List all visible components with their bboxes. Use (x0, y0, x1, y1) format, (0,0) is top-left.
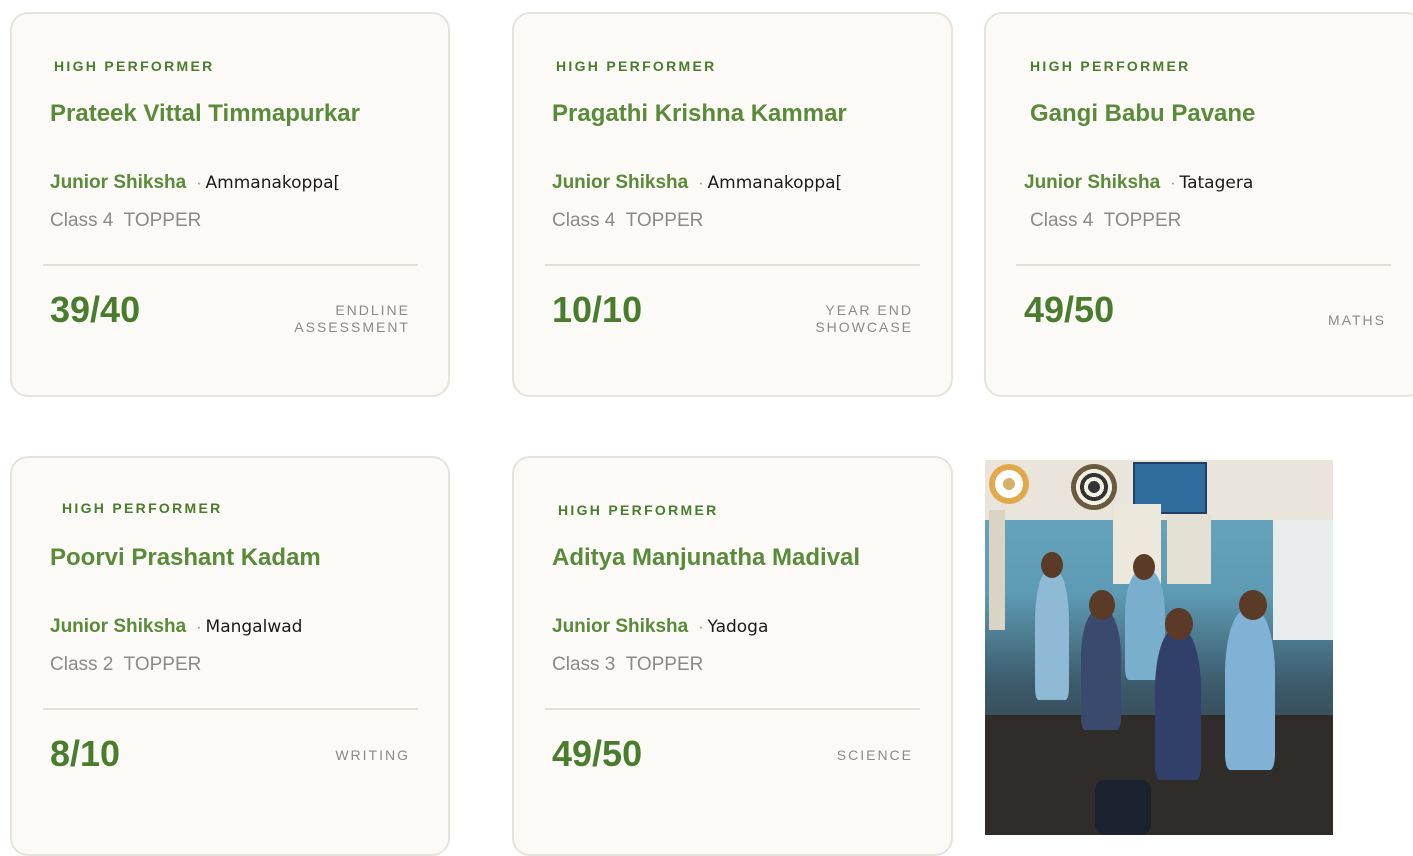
place-name: Ammanakoppa[ (707, 173, 843, 193)
performer-card: HIGH PERFORMER Poorvi Prashant Kadam Jun… (10, 456, 450, 856)
badge-label: HIGH PERFORMER (556, 58, 717, 74)
classroom-photo (985, 460, 1333, 835)
class-label: Class 4 TOPPER (50, 210, 202, 231)
program-name: Junior Shiksha (1024, 172, 1161, 193)
performer-card: HIGH PERFORMER Pragathi Krishna Kammar J… (512, 12, 953, 397)
place-name: Ammanakoppa[ (205, 173, 341, 193)
score: 49/50 (552, 733, 643, 774)
window (1273, 520, 1333, 640)
category-label: YEAR END SHOWCASE (815, 302, 913, 335)
class-label: Class 4 TOPPER (552, 210, 704, 231)
score: 10/10 (552, 289, 643, 330)
score: 39/40 (50, 289, 141, 330)
category-label: MATHS (1328, 312, 1386, 328)
divider (43, 264, 418, 266)
program-name: Junior Shiksha (552, 172, 689, 193)
score: 49/50 (1024, 289, 1115, 330)
student-figure (1225, 610, 1275, 770)
class-label: Class 4 TOPPER (1030, 210, 1182, 231)
student-name: Prateek Vittal Timmapurkar (50, 100, 360, 127)
student-head (1239, 590, 1267, 620)
place-name: Mangalwad (205, 617, 303, 637)
school-bag (1095, 780, 1151, 835)
category-label: ENDLINE ASSESSMENT (294, 302, 410, 335)
performer-card: HIGH PERFORMER Prateek Vittal Timmapurka… (10, 12, 450, 397)
wall-poster (1167, 514, 1211, 584)
badge-label: HIGH PERFORMER (62, 500, 223, 516)
category-label: WRITING (335, 747, 410, 763)
divider (545, 708, 920, 710)
student-figure (1035, 570, 1069, 700)
performer-card: HIGH PERFORMER Gangi Babu Pavane Junior … (984, 12, 1413, 397)
separator-dot: · (698, 175, 704, 192)
class-label: Class 2 TOPPER (50, 654, 202, 675)
student-head (1041, 552, 1063, 578)
badge-label: HIGH PERFORMER (558, 502, 719, 518)
wall-decoration (1071, 464, 1117, 510)
badge-label: HIGH PERFORMER (54, 58, 215, 74)
divider (43, 708, 418, 710)
separator-dot: · (698, 619, 704, 636)
program-name: Junior Shiksha (50, 616, 187, 637)
student-figure (1081, 610, 1121, 730)
student-figure (1155, 630, 1201, 780)
place-name: Tatagera (1179, 173, 1254, 193)
separator-dot: · (1170, 175, 1176, 192)
program-name: Junior Shiksha (50, 172, 187, 193)
class-label: Class 3 TOPPER (552, 654, 704, 675)
program-line: Junior Shiksha · Ammanakoppa[ (552, 172, 842, 194)
divider (545, 264, 920, 266)
student-name: Pragathi Krishna Kammar (552, 100, 847, 127)
program-line: Junior Shiksha · Yadoga (552, 616, 768, 638)
student-name: Aditya Manjunatha Madival (552, 544, 861, 571)
program-line: Junior Shiksha · Ammanakoppa[ (50, 172, 340, 194)
student-head (1133, 554, 1155, 580)
badge-label: HIGH PERFORMER (1030, 58, 1191, 74)
wall-decoration (989, 464, 1029, 504)
divider (1016, 264, 1391, 266)
performer-card: HIGH PERFORMER Aditya Manjunatha Madival… (512, 456, 953, 856)
student-head (1089, 590, 1115, 620)
score: 8/10 (50, 733, 121, 774)
separator-dot: · (196, 619, 202, 636)
program-line: Junior Shiksha · Tatagera (1024, 172, 1253, 194)
student-name: Poorvi Prashant Kadam (50, 544, 321, 571)
door (989, 510, 1005, 630)
separator-dot: · (196, 175, 202, 192)
program-name: Junior Shiksha (552, 616, 689, 637)
category-label: SCIENCE (836, 747, 913, 763)
program-line: Junior Shiksha · Mangalwad (50, 616, 302, 638)
student-name: Gangi Babu Pavane (1030, 100, 1256, 127)
place-name: Yadoga (707, 617, 769, 637)
student-head (1165, 608, 1193, 640)
